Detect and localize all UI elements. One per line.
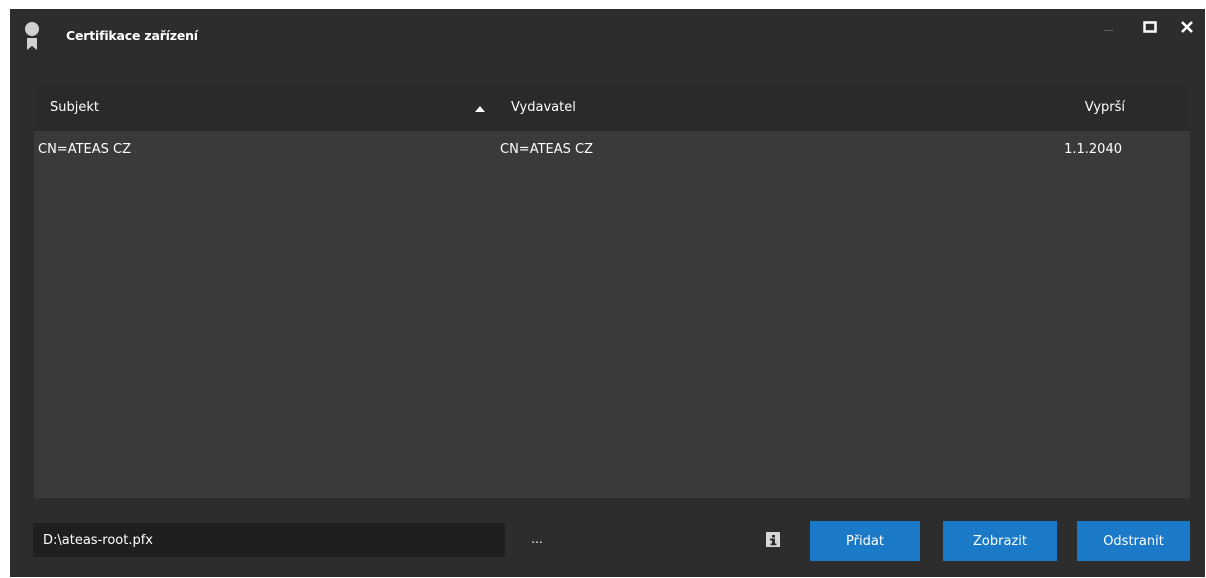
minimize-icon — [1104, 30, 1114, 31]
column-header-vydavatel[interactable]: Vydavatel — [511, 100, 576, 115]
cell-vydavatel: CN=ATEAS CZ — [500, 142, 593, 157]
view-button[interactable]: Zobrazit — [943, 521, 1057, 561]
certificate-window: Certifikace zařízení Subjekt Vydavatel V… — [10, 9, 1205, 577]
table-row[interactable]: CN=ATEAS CZ CN=ATEAS CZ 1.1.2040 — [34, 138, 1190, 164]
maximize-icon — [1143, 21, 1157, 33]
cell-vyprsi: 1.1.2040 — [1064, 142, 1122, 157]
certificate-path-input[interactable] — [33, 523, 505, 557]
info-button[interactable] — [766, 532, 780, 547]
table-header: Subjekt Vydavatel Vyprší — [34, 86, 1190, 131]
close-button[interactable] — [1175, 16, 1199, 38]
maximize-button[interactable] — [1138, 16, 1162, 38]
minimize-button[interactable] — [1097, 16, 1121, 38]
close-icon — [1181, 21, 1193, 33]
info-icon — [766, 533, 780, 547]
sort-ascending-icon — [475, 106, 485, 112]
title-bar: Certifikace zařízení — [10, 9, 1205, 61]
column-header-subjekt[interactable]: Subjekt — [50, 100, 99, 115]
column-header-vyprsi[interactable]: Vyprší — [1085, 100, 1125, 115]
window-title: Certifikace zařízení — [66, 28, 198, 43]
certificate-ribbon-icon — [24, 21, 40, 53]
browse-button[interactable]: ... — [527, 527, 547, 551]
cell-subjekt: CN=ATEAS CZ — [38, 142, 131, 157]
add-button[interactable]: Přidat — [810, 521, 920, 561]
certificate-table: Subjekt Vydavatel Vyprší CN=ATEAS CZ CN=… — [34, 86, 1190, 498]
remove-button[interactable]: Odstranit — [1077, 521, 1190, 561]
